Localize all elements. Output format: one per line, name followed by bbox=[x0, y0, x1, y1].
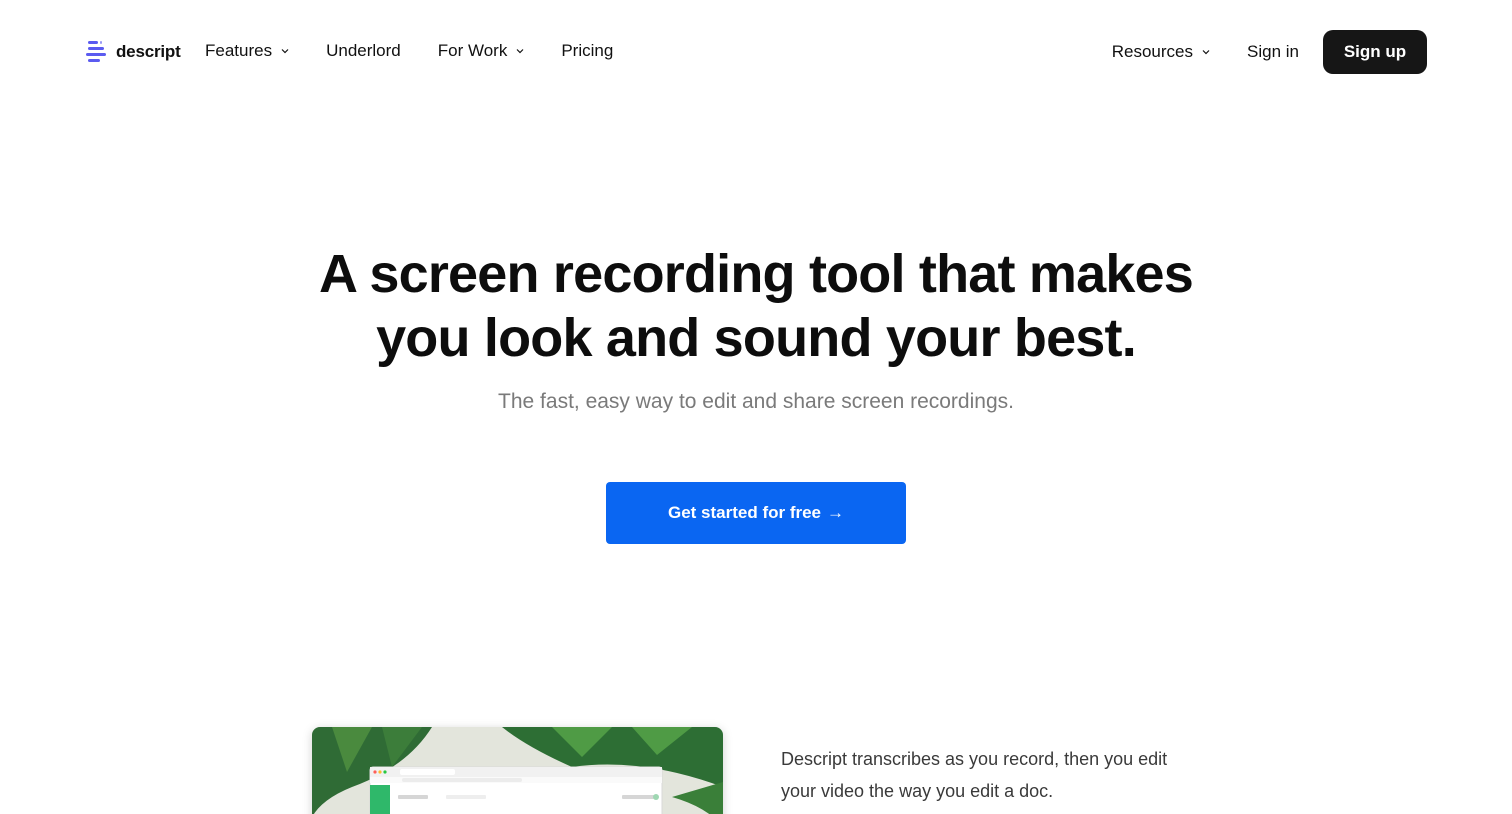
hero-title: A screen recording tool that makes you l… bbox=[0, 242, 1512, 370]
nav-pricing-label: Pricing bbox=[561, 41, 614, 60]
descript-logo[interactable]: descript bbox=[86, 40, 181, 64]
logo-text: descript bbox=[116, 42, 181, 61]
arrow-right-icon: → bbox=[827, 503, 845, 522]
get-started-button[interactable]: Get started for free → bbox=[606, 482, 906, 544]
primary-nav: Features Underlord For Work Pricing bbox=[205, 41, 613, 61]
hero-title-line-1: A screen recording tool that makes bbox=[318, 244, 1194, 304]
chevron-down-icon bbox=[516, 49, 524, 54]
hero-subtitle: The fast, easy way to edit and share scr… bbox=[498, 390, 1014, 413]
nav-underlord-label: Underlord bbox=[326, 41, 401, 60]
nav-resources-label: Resources bbox=[1111, 42, 1194, 61]
sign-up-button[interactable]: Sign up bbox=[1323, 30, 1427, 74]
nav-features-label: Features bbox=[205, 41, 273, 60]
nav-for-work-label: For Work bbox=[437, 41, 508, 60]
nav-pricing[interactable]: Pricing bbox=[561, 41, 613, 61]
product-preview-image bbox=[312, 727, 723, 814]
secondary-nav: Resources Sign in Sign up bbox=[1112, 30, 1427, 74]
nav-underlord[interactable]: Underlord bbox=[326, 41, 401, 61]
feature-description: Descript transcribes as you record, then… bbox=[781, 749, 1168, 801]
nav-for-work[interactable]: For Work bbox=[438, 41, 525, 61]
descript-logo-icon bbox=[86, 41, 106, 62]
site-header: descript Features Underlord For Work Pri… bbox=[0, 0, 1512, 104]
preview-illustration bbox=[312, 727, 723, 814]
chevron-down-icon bbox=[281, 49, 289, 54]
chevron-down-icon bbox=[1202, 50, 1210, 55]
nav-resources[interactable]: Resources bbox=[1112, 42, 1210, 62]
sign-in-link[interactable]: Sign in bbox=[1247, 42, 1299, 62]
hero-title-line-2: you look and sound your best. bbox=[376, 308, 1137, 368]
page: descript Features Underlord For Work Pri… bbox=[0, 0, 1512, 814]
nav-features[interactable]: Features bbox=[205, 41, 289, 61]
get-started-label: Get started for free bbox=[667, 503, 822, 522]
